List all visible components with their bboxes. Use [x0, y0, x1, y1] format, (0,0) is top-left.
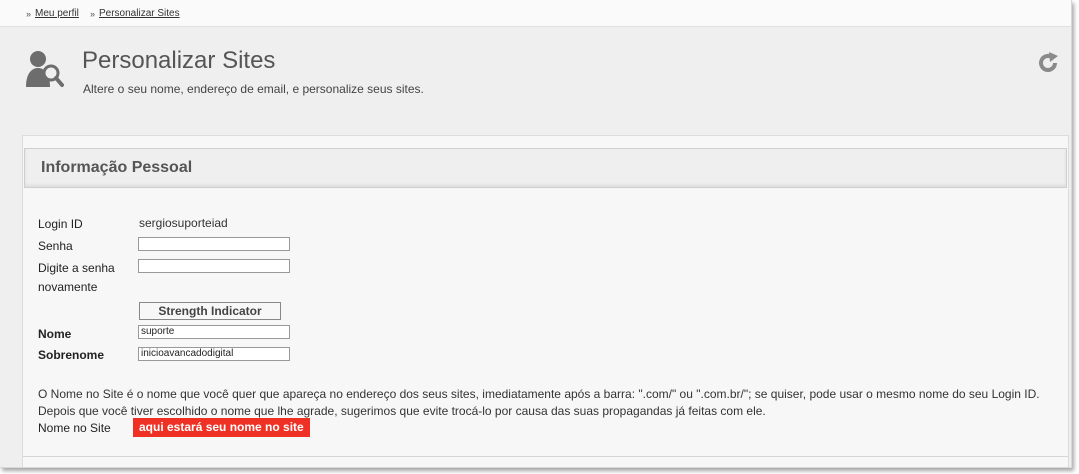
- last-name-field[interactable]: [138, 347, 290, 361]
- breadcrumb-item-profile: ›› Meu perfil: [26, 8, 79, 19]
- confirm-password-field[interactable]: [138, 259, 290, 273]
- site-name-badge: aqui estará seu nome no site: [133, 418, 310, 437]
- refresh-icon[interactable]: [1037, 52, 1059, 74]
- confirm-password-label-line1: Digite a senha: [38, 261, 115, 275]
- login-id-value: sergiosuporteiad: [139, 216, 228, 230]
- window-frame: ›› Meu perfil ›› Personalizar Sites Pers…: [0, 0, 1072, 468]
- section-header: Informação Pessoal: [24, 148, 1067, 188]
- first-name-field[interactable]: [138, 325, 290, 339]
- strength-indicator: Strength Indicator: [139, 302, 281, 320]
- breadcrumb-item-customize: ›› Personalizar Sites: [90, 8, 180, 19]
- section-title: Informação Pessoal: [41, 159, 193, 176]
- page-subtitle: Altere o seu nome, endereço de email, e …: [83, 82, 424, 96]
- user-search-icon: [26, 51, 64, 87]
- first-name-label: Nome: [38, 327, 72, 341]
- personal-info-panel: Informação Pessoal Login ID sergiosuport…: [22, 135, 1069, 467]
- site-name-label: Nome no Site: [38, 421, 111, 435]
- site-name-help-line1: O Nome no Site é o nome que você quer qu…: [38, 387, 1040, 401]
- password-field[interactable]: [138, 237, 290, 251]
- last-name-label: Sobrenome: [38, 348, 105, 362]
- login-id-label: Login ID: [38, 217, 83, 231]
- confirm-password-label-line2: novamente: [38, 280, 98, 294]
- breadcrumb-link-customize[interactable]: Personalizar Sites: [99, 8, 180, 19]
- divider: [23, 456, 1068, 457]
- password-label: Senha: [38, 239, 73, 253]
- breadcrumb-link-profile[interactable]: Meu perfil: [35, 8, 79, 19]
- breadcrumb-separator: ››: [90, 8, 95, 19]
- page-title: Personalizar Sites: [82, 47, 276, 74]
- breadcrumb: ›› Meu perfil ›› Personalizar Sites: [0, 0, 1071, 27]
- site-name-help-text: O Nome no Site é o nome que você quer qu…: [38, 386, 1063, 420]
- breadcrumb-separator: ››: [26, 8, 31, 19]
